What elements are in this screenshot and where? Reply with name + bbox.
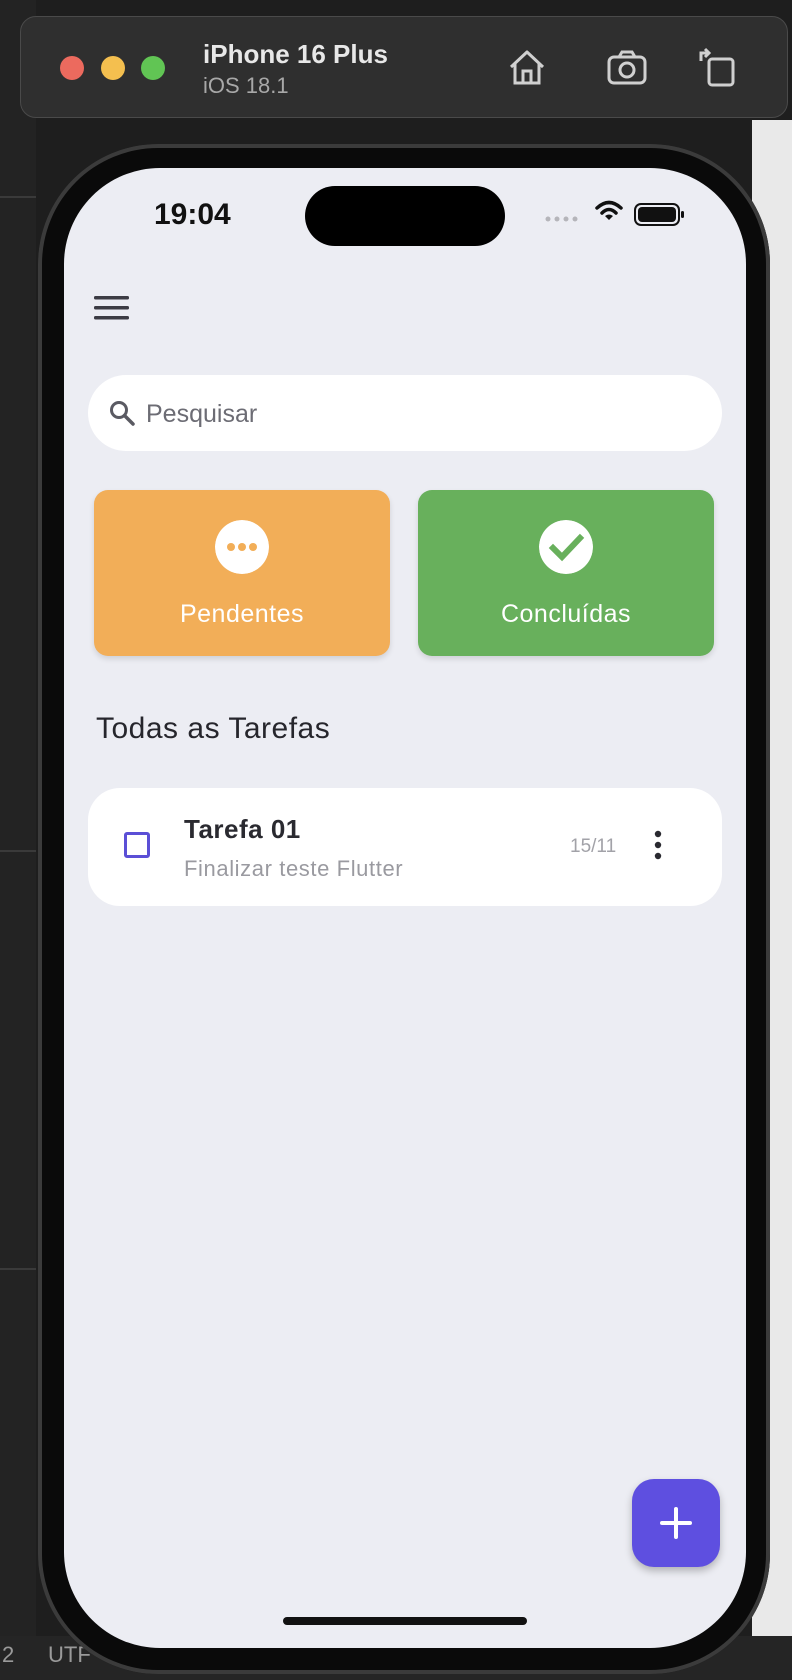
home-button[interactable] xyxy=(505,45,549,89)
status-time: 19:04 xyxy=(154,198,231,231)
rotate-icon xyxy=(699,47,735,87)
more-vert-icon xyxy=(654,830,662,860)
task-title: Tarefa 01 xyxy=(184,814,301,844)
menu-icon xyxy=(94,296,129,320)
task-checkbox[interactable] xyxy=(124,832,150,858)
dynamic-island xyxy=(305,186,505,246)
simulator-toolbar: iPhone 16 Plus iOS 18.1 xyxy=(20,16,788,118)
task-description: Finalizar teste Flutter xyxy=(184,856,404,881)
task-date: 15/11 xyxy=(570,836,617,857)
background-line-number: 2 xyxy=(2,1642,15,1667)
device-os-version: iOS 18.1 xyxy=(203,73,289,98)
wifi-icon xyxy=(595,200,623,220)
screenshot-button[interactable] xyxy=(605,45,649,89)
battery-icon xyxy=(634,203,684,226)
phone-screen: 19:04 Pesquisar Pendentes Concluídas Tod… xyxy=(64,168,746,1648)
search-input[interactable] xyxy=(144,389,688,439)
add-icon xyxy=(660,1507,692,1539)
cellular-icon xyxy=(545,216,578,222)
task-list-item[interactable]: Tarefa 01 Finalizar teste Flutter 15/11 xyxy=(88,788,722,906)
device-name: iPhone 16 Plus xyxy=(203,39,388,69)
more-horiz-icon xyxy=(215,520,269,574)
background-divider xyxy=(0,1268,36,1270)
minimize-window-button[interactable] xyxy=(101,56,125,80)
check-circle-icon xyxy=(539,520,593,574)
search-icon xyxy=(110,401,135,426)
background-panel xyxy=(0,0,36,1680)
status-icons xyxy=(544,200,694,228)
section-title: Todas as Tarefas xyxy=(96,712,331,745)
close-window-button[interactable] xyxy=(60,56,84,80)
screenshot-icon xyxy=(607,50,647,85)
add-task-button[interactable] xyxy=(632,1479,720,1567)
home-indicator xyxy=(283,1617,527,1625)
zoom-window-button[interactable] xyxy=(141,56,165,80)
home-icon xyxy=(509,50,545,85)
completed-category-card[interactable]: Concluídas xyxy=(418,490,714,656)
more-options-button[interactable] xyxy=(648,828,668,864)
pending-category-label: Pendentes xyxy=(179,600,305,628)
pending-category-card[interactable]: Pendentes xyxy=(94,490,390,656)
completed-category-label: Concluídas xyxy=(500,600,632,628)
search-bar[interactable] xyxy=(88,375,722,451)
background-divider xyxy=(0,850,36,852)
menu-button[interactable] xyxy=(92,292,132,324)
background-divider xyxy=(0,196,36,198)
rotate-button[interactable] xyxy=(695,45,739,89)
